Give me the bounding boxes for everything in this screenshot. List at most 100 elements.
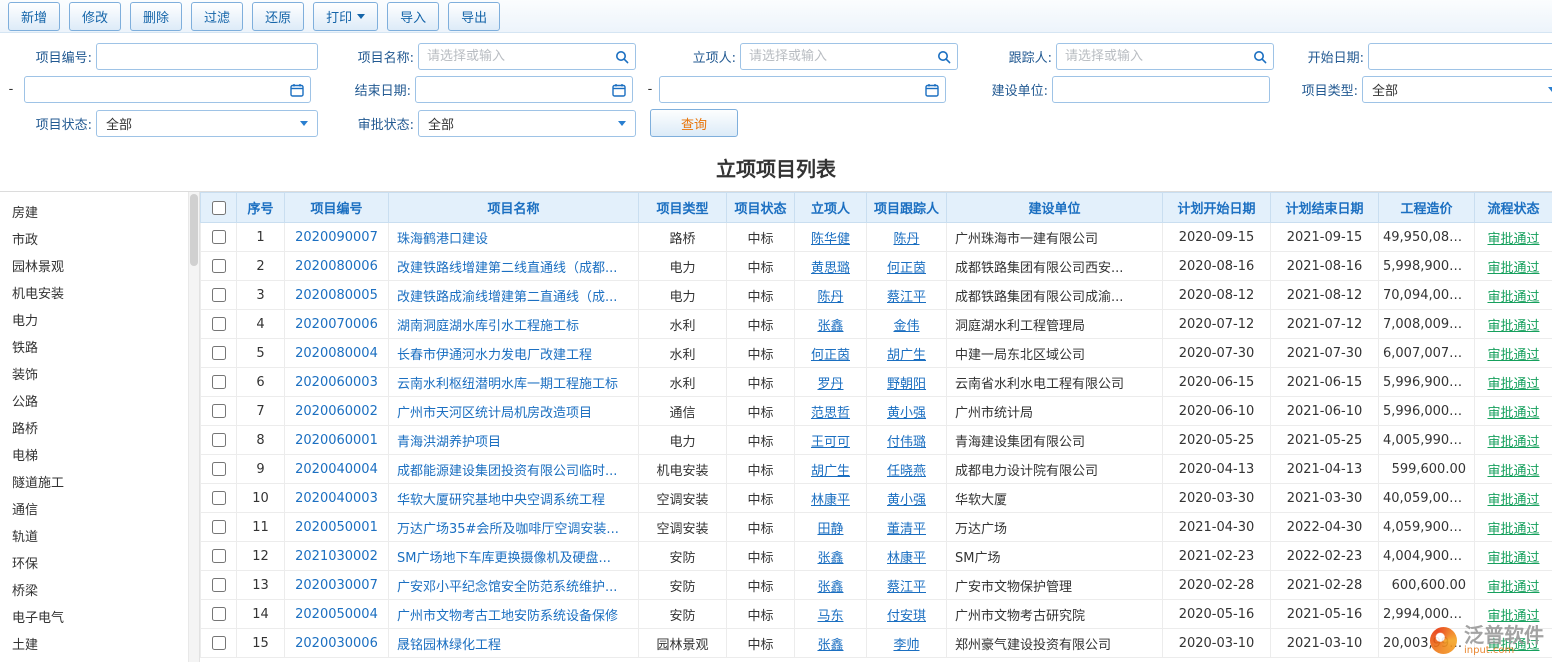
row-checkbox[interactable] (212, 259, 226, 273)
sidebar-scrollbar[interactable] (188, 192, 199, 662)
cell-code[interactable]: 2020050004 (285, 600, 389, 629)
cell-code[interactable]: 2020080005 (285, 281, 389, 310)
cell-code[interactable]: 2020060001 (285, 426, 389, 455)
sidebar-item[interactable]: 通信 (0, 497, 189, 524)
print-button[interactable]: 打印 (313, 2, 378, 31)
cell-name[interactable]: 珠海鹤港口建设 (389, 223, 639, 252)
cell-initiator[interactable]: 林康平 (795, 484, 867, 513)
sidebar-item[interactable]: 电力 (0, 308, 189, 335)
row-checkbox[interactable] (212, 636, 226, 650)
search-icon[interactable] (1253, 50, 1267, 64)
cell-tracker[interactable]: 陈丹 (867, 223, 947, 252)
column-header-cost[interactable]: 工程造价 (1379, 193, 1475, 223)
cell-tracker[interactable]: 黄小强 (867, 484, 947, 513)
cell-tracker[interactable]: 付安琪 (867, 600, 947, 629)
cell-flow[interactable]: 审批通过 (1475, 310, 1552, 339)
calendar-icon[interactable] (925, 83, 939, 97)
cell-code[interactable]: 2021030002 (285, 542, 389, 571)
cell-initiator[interactable]: 张鑫 (795, 310, 867, 339)
project-status-select[interactable]: 全部 (96, 110, 318, 137)
cell-initiator[interactable]: 田静 (795, 513, 867, 542)
cell-initiator[interactable]: 马东 (795, 600, 867, 629)
cell-initiator[interactable]: 胡广生 (795, 455, 867, 484)
row-checkbox[interactable] (212, 491, 226, 505)
row-checkbox[interactable] (212, 433, 226, 447)
cell-tracker[interactable]: 李帅 (867, 629, 947, 658)
cell-name[interactable]: SM广场地下车库更换摄像机及硬盘... (389, 542, 639, 571)
cell-flow[interactable]: 审批通过 (1475, 339, 1552, 368)
cell-initiator[interactable]: 张鑫 (795, 629, 867, 658)
end-date-from-input[interactable] (415, 76, 633, 103)
cell-initiator[interactable]: 张鑫 (795, 571, 867, 600)
row-checkbox[interactable] (212, 578, 226, 592)
cell-tracker[interactable]: 董清平 (867, 513, 947, 542)
cell-code[interactable]: 2020090007 (285, 223, 389, 252)
cell-code[interactable]: 2020030007 (285, 571, 389, 600)
row-checkbox[interactable] (212, 288, 226, 302)
start-date-from-input[interactable] (1368, 43, 1552, 70)
cell-initiator[interactable]: 罗丹 (795, 368, 867, 397)
cell-name[interactable]: 华软大厦研究基地中央空调系统工程 (389, 484, 639, 513)
cell-flow[interactable]: 审批通过 (1475, 542, 1552, 571)
cell-tracker[interactable]: 蔡江平 (867, 281, 947, 310)
delete-button[interactable]: 删除 (130, 2, 182, 31)
row-checkbox[interactable] (212, 549, 226, 563)
cell-flow[interactable]: 审批通过 (1475, 252, 1552, 281)
tracker-input[interactable] (1056, 43, 1274, 70)
cell-name[interactable]: 广州市天河区统计局机房改造项目 (389, 397, 639, 426)
cell-code[interactable]: 2020030006 (285, 629, 389, 658)
cell-flow[interactable]: 审批通过 (1475, 426, 1552, 455)
project-no-input[interactable] (96, 43, 318, 70)
row-checkbox[interactable] (212, 462, 226, 476)
sidebar-item[interactable]: 桥梁 (0, 578, 189, 605)
cell-code[interactable]: 2020060003 (285, 368, 389, 397)
cell-flow[interactable]: 审批通过 (1475, 455, 1552, 484)
cell-flow[interactable]: 审批通过 (1475, 571, 1552, 600)
restore-button[interactable]: 还原 (252, 2, 304, 31)
sidebar-item[interactable]: 土建 (0, 632, 189, 659)
cell-initiator[interactable]: 张鑫 (795, 542, 867, 571)
cell-flow[interactable]: 审批通过 (1475, 397, 1552, 426)
sidebar-item[interactable]: 市政 (0, 227, 189, 254)
query-button[interactable]: 查询 (650, 109, 738, 137)
cell-name[interactable]: 广州市文物考古工地安防系统设备保修 (389, 600, 639, 629)
column-header-unit[interactable]: 建设单位 (947, 193, 1163, 223)
cell-flow[interactable]: 审批通过 (1475, 600, 1552, 629)
cell-code[interactable]: 2020080004 (285, 339, 389, 368)
sidebar-item[interactable]: 装饰 (0, 362, 189, 389)
search-icon[interactable] (937, 50, 951, 64)
column-header-type[interactable]: 项目类型 (639, 193, 727, 223)
cell-code[interactable]: 2020050001 (285, 513, 389, 542)
cell-initiator[interactable]: 王可可 (795, 426, 867, 455)
cell-flow[interactable]: 审批通过 (1475, 484, 1552, 513)
initiator-input[interactable] (740, 43, 958, 70)
filter-button[interactable]: 过滤 (191, 2, 243, 31)
approval-status-select[interactable]: 全部 (418, 110, 636, 137)
start-date-to-input[interactable] (24, 76, 311, 103)
cell-name[interactable]: 晟铭园林绿化工程 (389, 629, 639, 658)
sidebar-item[interactable]: 环保 (0, 551, 189, 578)
column-header-initiator[interactable]: 立项人 (795, 193, 867, 223)
cell-tracker[interactable]: 任晓燕 (867, 455, 947, 484)
cell-tracker[interactable]: 林康平 (867, 542, 947, 571)
row-checkbox[interactable] (212, 404, 226, 418)
row-checkbox[interactable] (212, 346, 226, 360)
row-checkbox[interactable] (212, 520, 226, 534)
export-button[interactable]: 导出 (448, 2, 500, 31)
project-type-select[interactable]: 全部 (1362, 76, 1552, 103)
cell-name[interactable]: 青海洪湖养护项目 (389, 426, 639, 455)
cell-tracker[interactable]: 金伟 (867, 310, 947, 339)
cell-flow[interactable]: 审批通过 (1475, 281, 1552, 310)
cell-code[interactable]: 2020080006 (285, 252, 389, 281)
sidebar-item[interactable]: 房建 (0, 200, 189, 227)
calendar-icon[interactable] (290, 83, 304, 97)
cell-name[interactable]: 改建铁路线增建第二线直通线（成都... (389, 252, 639, 281)
column-header-tracker[interactable]: 项目跟踪人 (867, 193, 947, 223)
sidebar-item[interactable]: 路桥 (0, 416, 189, 443)
row-checkbox[interactable] (212, 607, 226, 621)
cell-code[interactable]: 2020040003 (285, 484, 389, 513)
cell-name[interactable]: 长春市伊通河水力发电厂改建工程 (389, 339, 639, 368)
select-all-checkbox[interactable] (212, 201, 226, 215)
project-name-input[interactable] (418, 43, 636, 70)
sidebar-item[interactable]: 机电安装 (0, 281, 189, 308)
